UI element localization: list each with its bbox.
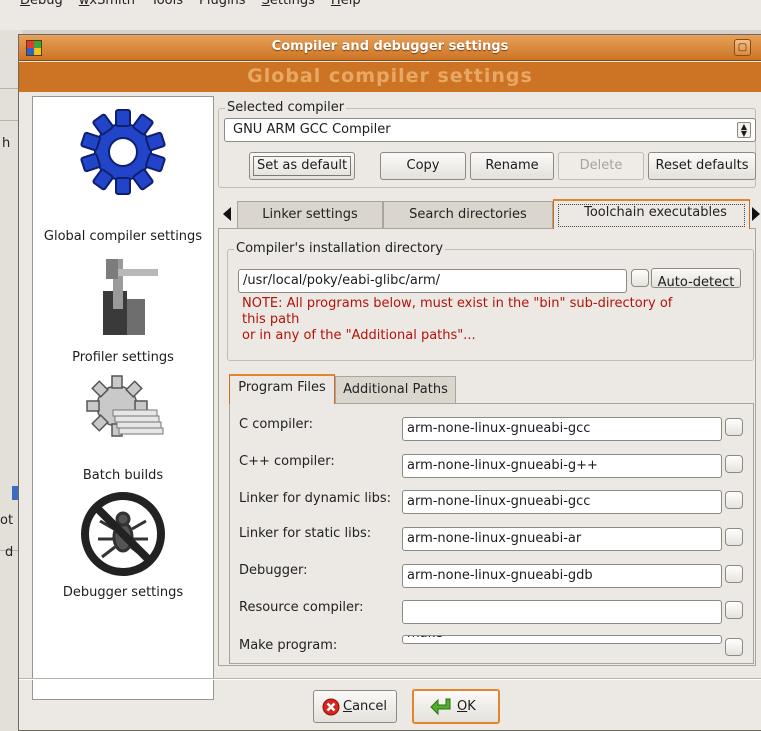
make-program-label: Make program: <box>239 638 338 653</box>
linker-static-browse-button[interactable] <box>725 528 743 546</box>
menu-settings[interactable]: Settings <box>262 0 315 8</box>
sidebar-item-label[interactable]: Profiler settings <box>33 350 213 365</box>
auto-detect-button[interactable]: Auto-detect <box>651 268 741 288</box>
background-text: h <box>2 136 11 151</box>
copy-button[interactable]: Copy <box>380 152 466 180</box>
compiler-select[interactable]: GNU ARM GCC Compiler ▲ ▼ <box>224 118 756 142</box>
sidebar-item-profiler[interactable] <box>33 255 213 341</box>
menu-tools[interactable]: Tools <box>151 0 183 8</box>
tab-linker-settings[interactable]: Linker settings <box>237 201 383 228</box>
install-dir-note: NOTE: All programs below, must exist in … <box>242 296 673 343</box>
reset-defaults-button[interactable]: Reset defaults <box>648 152 756 180</box>
make-program-input[interactable]: make <box>402 635 722 644</box>
tab-scroll-right-icon[interactable] <box>752 207 760 221</box>
compiler-select-value: GNU ARM GCC Compiler <box>233 122 391 137</box>
menu-wxsmith[interactable]: wxSmith <box>79 0 135 8</box>
sidebar-item-batch-builds[interactable] <box>33 374 213 454</box>
tab-search-directories[interactable]: Search directories <box>383 201 553 228</box>
browse-dir-button[interactable] <box>631 269 649 287</box>
sidebar-item-label[interactable]: Batch builds <box>33 468 213 483</box>
group-title: Selected compiler <box>225 100 347 115</box>
tab-toolchain-executables[interactable]: Toolchain executables <box>553 199 750 229</box>
menu-help[interactable]: Help <box>331 0 361 8</box>
resource-compiler-browse-button[interactable] <box>725 601 743 619</box>
debugger-label: Debugger: <box>239 563 308 578</box>
install-dir-input[interactable]: /usr/local/poky/eabi-glibc/arm/ <box>238 269 627 293</box>
tab-scroll-left-icon[interactable] <box>223 207 231 221</box>
sidebar-item-label[interactable]: Debugger settings <box>33 585 213 600</box>
settings-category-list: Global compiler settings Profiler settin… <box>32 96 214 700</box>
title-bar[interactable]: Compiler and debugger settings ▢ <box>19 35 761 61</box>
linker-dynamic-input[interactable]: arm-none-linux-gnueabi-gcc <box>402 490 722 514</box>
cpp-compiler-label: C++ compiler: <box>239 454 335 469</box>
sidebar-item-global-compiler[interactable] <box>33 102 213 206</box>
group-title: Compiler's installation directory <box>234 241 446 256</box>
delete-button[interactable]: Delete <box>558 152 644 180</box>
background-text: ot <box>0 513 14 528</box>
sidebar-item-label[interactable]: Global compiler settings <box>33 229 213 244</box>
c-compiler-input[interactable]: arm-none-linux-gnueabi-gcc <box>402 417 722 441</box>
rename-button[interactable]: Rename <box>470 152 554 180</box>
spinner-arrows-icon: ▲ ▼ <box>737 122 751 138</box>
section-banner: Global compiler settings <box>19 62 761 92</box>
app-menubar: Debug wxSmith Tools Plugins Settings Hel… <box>0 0 761 30</box>
cancel-button[interactable]: Cancel <box>313 690 397 723</box>
ok-check-icon <box>430 698 451 716</box>
resource-compiler-input[interactable] <box>402 600 722 624</box>
c-compiler-label: C compiler: <box>239 417 313 432</box>
sidebar-item-debugger[interactable] <box>33 489 213 583</box>
linker-static-input[interactable]: arm-none-linux-gnueabi-ar <box>402 527 722 551</box>
set-default-button[interactable]: Set as default <box>249 152 355 180</box>
batch-gear-icon <box>86 375 164 437</box>
linker-dynamic-label: Linker for dynamic libs: <box>239 491 391 506</box>
divider <box>19 679 761 680</box>
tab-additional-paths[interactable]: Additional Paths <box>335 376 456 403</box>
linker-dynamic-browse-button[interactable] <box>725 491 743 509</box>
compiler-settings-dialog: Compiler and debugger settings ▢ Global … <box>18 34 761 731</box>
ok-button[interactable]: OK <box>412 689 500 724</box>
resource-compiler-label: Resource compiler: <box>239 600 364 615</box>
c-compiler-browse-button[interactable] <box>725 418 743 436</box>
background-text: d <box>5 545 14 560</box>
debugger-input[interactable]: arm-none-linux-gnueabi-gdb <box>402 564 722 588</box>
tab-program-files[interactable]: Program Files <box>229 374 335 404</box>
menu-plugins[interactable]: Plugins <box>199 0 246 8</box>
linker-static-label: Linker for static libs: <box>239 526 372 541</box>
gear-icon <box>80 109 166 195</box>
no-bug-icon <box>81 492 165 576</box>
caliper-icon <box>103 259 158 335</box>
make-program-browse-button[interactable] <box>725 638 743 656</box>
cancel-icon <box>322 698 340 716</box>
debugger-browse-button[interactable] <box>725 565 743 583</box>
window-title: Compiler and debugger settings <box>271 39 509 54</box>
menu-debug[interactable]: Debug <box>20 0 63 8</box>
maximize-icon[interactable]: ▢ <box>734 39 751 56</box>
cpp-compiler-browse-button[interactable] <box>725 455 743 473</box>
cpp-compiler-input[interactable]: arm-none-linux-gnueabi-g++ <box>402 454 722 478</box>
banner-title: Global compiler settings <box>247 65 533 87</box>
